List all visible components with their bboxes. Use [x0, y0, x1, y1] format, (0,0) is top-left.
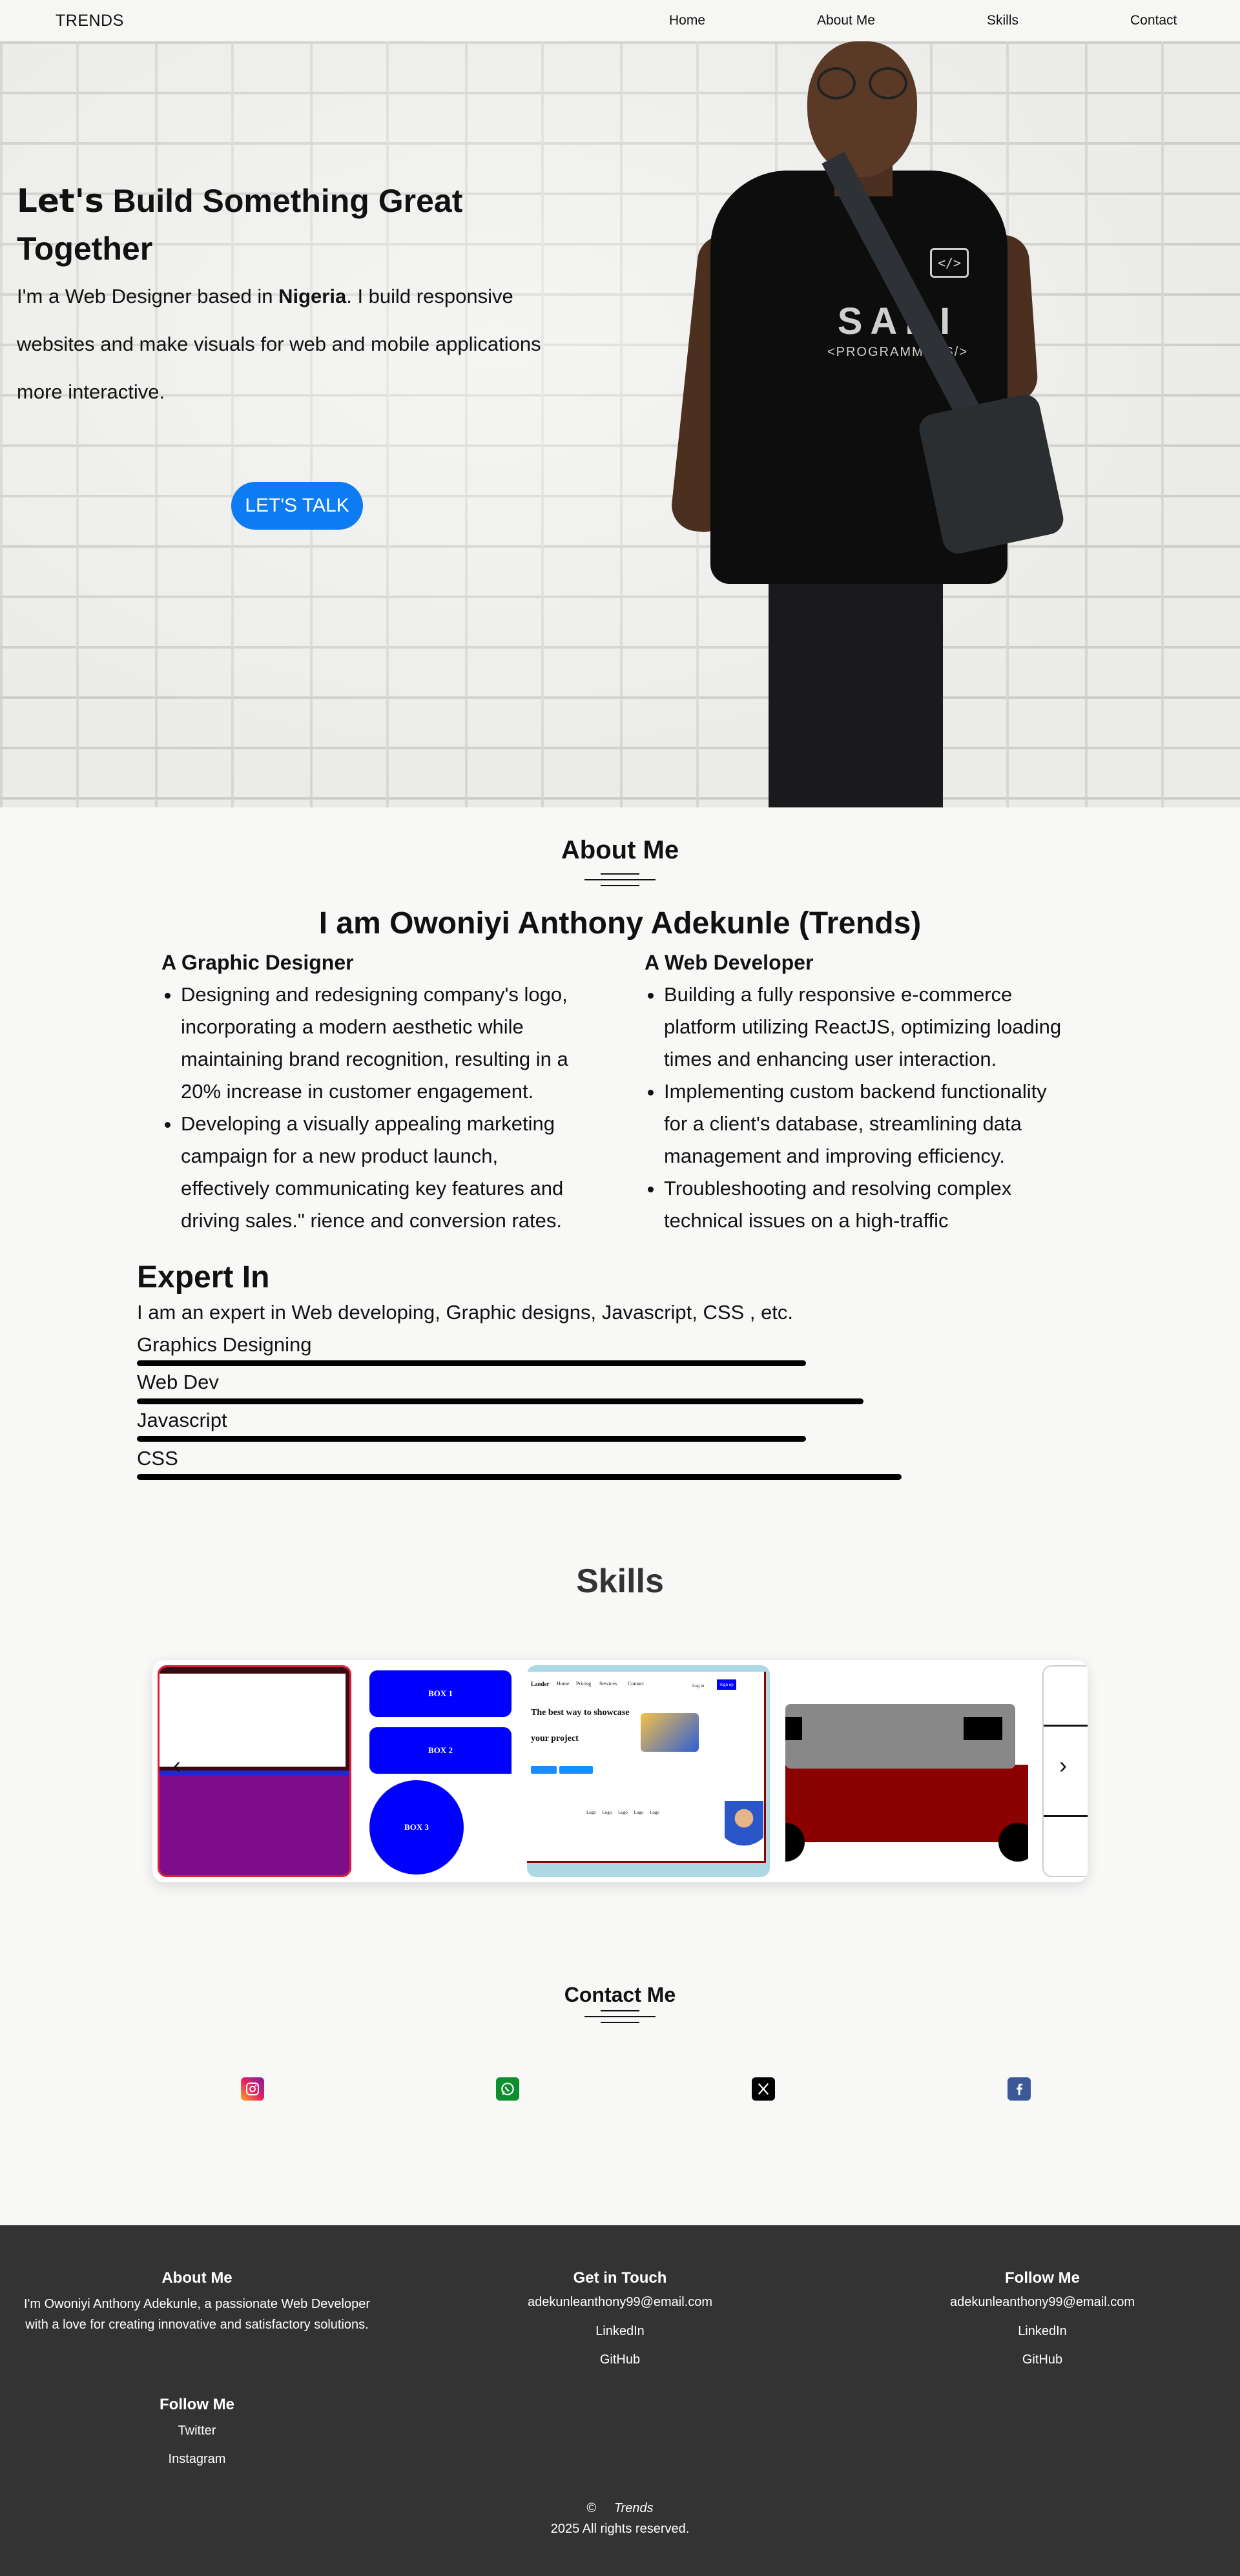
skills-carousel: BOX 1 BOX 2 BOX 3 Lander Home Pricing Se… [152, 1660, 1088, 1882]
web-developer-column: A Web Developer Building a fully respons… [641, 951, 1067, 1237]
skill-bar-javascript [137, 1436, 806, 1442]
footer-follow-column: Follow Me adekunleanthony99@email.com Li… [913, 2269, 1172, 2374]
nav-link-skills[interactable]: Skills [987, 13, 1018, 28]
skill-label-webdev: Web Dev [137, 1371, 219, 1393]
about-section-title: About Me [561, 836, 679, 864]
skill-bar-webdev [137, 1398, 863, 1404]
expert-in-title: Expert In [137, 1260, 270, 1294]
shirt-code-logo: </> [930, 248, 969, 278]
x-icon[interactable] [752, 2077, 775, 2101]
footer-email-link[interactable]: adekunleanthony99@email.com [491, 2294, 749, 2311]
footer-follow-heading: Follow Me [1005, 2269, 1080, 2287]
hero-section: </> SABI <PROGRAMMERS/> Let's Build Some… [0, 41, 1240, 807]
project-card-3[interactable]: Lander Home Pricing Services Contact Log… [527, 1665, 770, 1877]
skills-section-title: Skills [576, 1563, 664, 1600]
nav-link-home[interactable]: Home [669, 13, 705, 28]
box-3: BOX 3 [369, 1780, 464, 1875]
list-item: Designing and redesigning company's logo… [181, 979, 584, 1108]
list-item: Troubleshooting and resolving complex te… [664, 1172, 1067, 1237]
about-name-heading: I am Owoniyi Anthony Adekunle (Trends) [318, 906, 922, 940]
footer-github-link[interactable]: GitHub [491, 2345, 749, 2374]
skill-bar-css [137, 1474, 902, 1480]
footer-follow-column-2: Follow Me Twitter Instagram [132, 2396, 262, 2473]
box-1: BOX 1 [369, 1670, 512, 1717]
footer-touch-heading: Get in Touch [573, 2269, 667, 2287]
skill-bar-graphics [137, 1360, 806, 1366]
nav-link-about[interactable]: About Me [817, 13, 875, 28]
footer-copyright: © Trends 2025 All rights reserved. [0, 2498, 1240, 2539]
illustration-image [641, 1713, 699, 1752]
hero-text-block: Let's Build Something Great Together I'm… [17, 177, 585, 416]
facebook-icon[interactable] [1008, 2077, 1031, 2101]
footer-instagram-link[interactable]: Instagram [132, 2445, 262, 2473]
copyright-brand: Trends [614, 2501, 654, 2515]
expert-in-description: I am an expert in Web developing, Graphi… [137, 1301, 794, 1324]
footer-touch-column: Get in Touch adekunleanthony99@email.com… [491, 2269, 749, 2374]
copyright-symbol: © [586, 2501, 597, 2515]
nav-link-contact[interactable]: Contact [1130, 13, 1177, 28]
list-item: Implementing custom backend functionalit… [664, 1075, 1067, 1172]
instagram-icon[interactable] [241, 2077, 264, 2101]
about-title-underline [584, 873, 656, 891]
contact-section-title: Contact Me [564, 1983, 676, 2006]
character-illustration [725, 1801, 763, 1859]
contact-title-underline [584, 2010, 656, 2028]
footer-follow-github-link[interactable]: GitHub [913, 2345, 1172, 2374]
graphic-designer-heading: A Graphic Designer [161, 951, 354, 974]
footer-about-text: I'm Owoniyi Anthony Adekunle, a passiona… [24, 2297, 370, 2332]
footer-about-column: About Me I'm Owoniyi Anthony Adekunle, a… [21, 2269, 373, 2335]
footer-twitter-link[interactable]: Twitter [132, 2416, 262, 2445]
footer-follow2-heading: Follow Me [160, 2396, 234, 2413]
hero-description: I'm a Web Designer based in Nigeria. I b… [17, 285, 541, 403]
project-card-4[interactable] [785, 1665, 1028, 1877]
skill-label-javascript: Javascript [137, 1409, 227, 1431]
top-navbar: TRENDS Home About Me Skills Contact [0, 0, 1240, 41]
project-card-2[interactable]: BOX 1 BOX 2 BOX 3 [366, 1665, 514, 1877]
web-developer-heading: A Web Developer [645, 951, 814, 974]
footer-linkedin-link[interactable]: LinkedIn [491, 2317, 749, 2345]
list-item: Building a fully responsive e-commerce p… [664, 979, 1067, 1075]
lets-talk-button[interactable]: LET'S TALK [231, 482, 363, 530]
site-footer: About Me I'm Owoniyi Anthony Adekunle, a… [0, 2225, 1240, 2576]
carousel-prev-arrow-icon[interactable]: ‹ [165, 1754, 189, 1777]
brand-logo[interactable]: TRENDS [56, 12, 124, 30]
box-2: BOX 2 [369, 1727, 512, 1774]
footer-follow-linkedin-link[interactable]: LinkedIn [913, 2317, 1172, 2345]
copyright-text: 2025 All rights reserved. [550, 2522, 690, 2536]
skill-label-css: CSS [137, 1447, 178, 1470]
whatsapp-icon[interactable] [496, 2077, 519, 2101]
list-item: Developing a visually appealing marketin… [181, 1108, 584, 1237]
graphic-designer-column: A Graphic Designer Designing and redesig… [158, 951, 584, 1237]
footer-about-heading: About Me [161, 2269, 232, 2287]
carousel-next-arrow-icon[interactable]: › [1051, 1754, 1075, 1777]
hero-portrait-image: </> SABI <PROGRAMMERS/> [669, 41, 1085, 807]
hero-title: Let's Build Something Great Together [17, 182, 463, 267]
footer-follow-email-link[interactable]: adekunleanthony99@email.com [913, 2294, 1172, 2311]
landing-page-preview: Lander Home Pricing Services Contact Log… [527, 1672, 766, 1863]
skill-label-graphics: Graphics Designing [137, 1333, 312, 1356]
